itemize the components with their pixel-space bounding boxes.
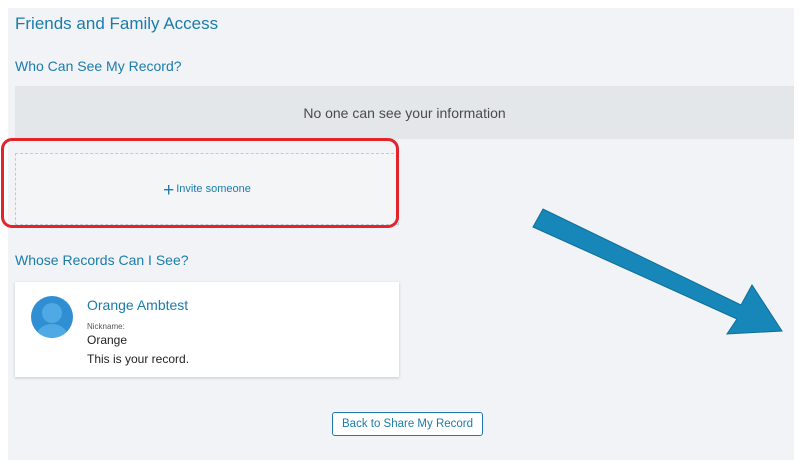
plus-icon: + <box>163 179 175 201</box>
invite-someone-button[interactable]: + Invite someone <box>15 153 399 225</box>
no-viewers-message: No one can see your information <box>15 86 794 139</box>
friends-family-access-page: Friends and Family Access Who Can See My… <box>8 8 794 460</box>
who-can-see-heading: Who Can See My Record? <box>15 58 182 74</box>
page-title: Friends and Family Access <box>15 14 219 33</box>
no-viewers-text: No one can see your information <box>303 104 506 121</box>
record-name[interactable]: Orange Ambtest <box>87 297 188 313</box>
whose-records-heading: Whose Records Can I See? <box>15 252 189 268</box>
nickname-value: Orange <box>87 333 128 347</box>
user-avatar-icon <box>31 296 73 338</box>
invite-someone-label: Invite someone <box>176 183 251 195</box>
record-note: This is your record. <box>87 352 190 366</box>
record-card[interactable]: Orange Ambtest Nickname: Orange This is … <box>15 282 399 377</box>
back-to-share-my-record-button[interactable]: Back to Share My Record <box>332 412 484 436</box>
nickname-label: Nickname: <box>87 322 125 331</box>
